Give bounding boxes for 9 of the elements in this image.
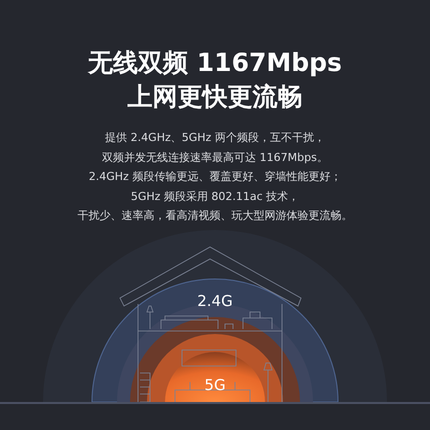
headline: 无线双频 1167Mbps — [88, 47, 342, 79]
description-line: 双频并发无线连接速率最高可达 1167Mbps。 — [102, 150, 328, 166]
description-line: 提供 2.4GHz、5GHz 两个频段，互不干扰， — [105, 130, 325, 146]
band-label: 5G — [204, 376, 226, 394]
band-label: 2.4G — [197, 292, 233, 310]
description-line: 2.4GHz 频段传输更远、覆盖更好、穿墙性能更好； — [88, 169, 342, 185]
description-line: 5GHz 频段采用 802.11ac 技术， — [130, 188, 300, 204]
headline: 上网更快更流畅 — [128, 81, 302, 113]
description-line: 干扰少、速率高，看高清视频、玩大型网游体验更流畅。 — [78, 208, 352, 224]
